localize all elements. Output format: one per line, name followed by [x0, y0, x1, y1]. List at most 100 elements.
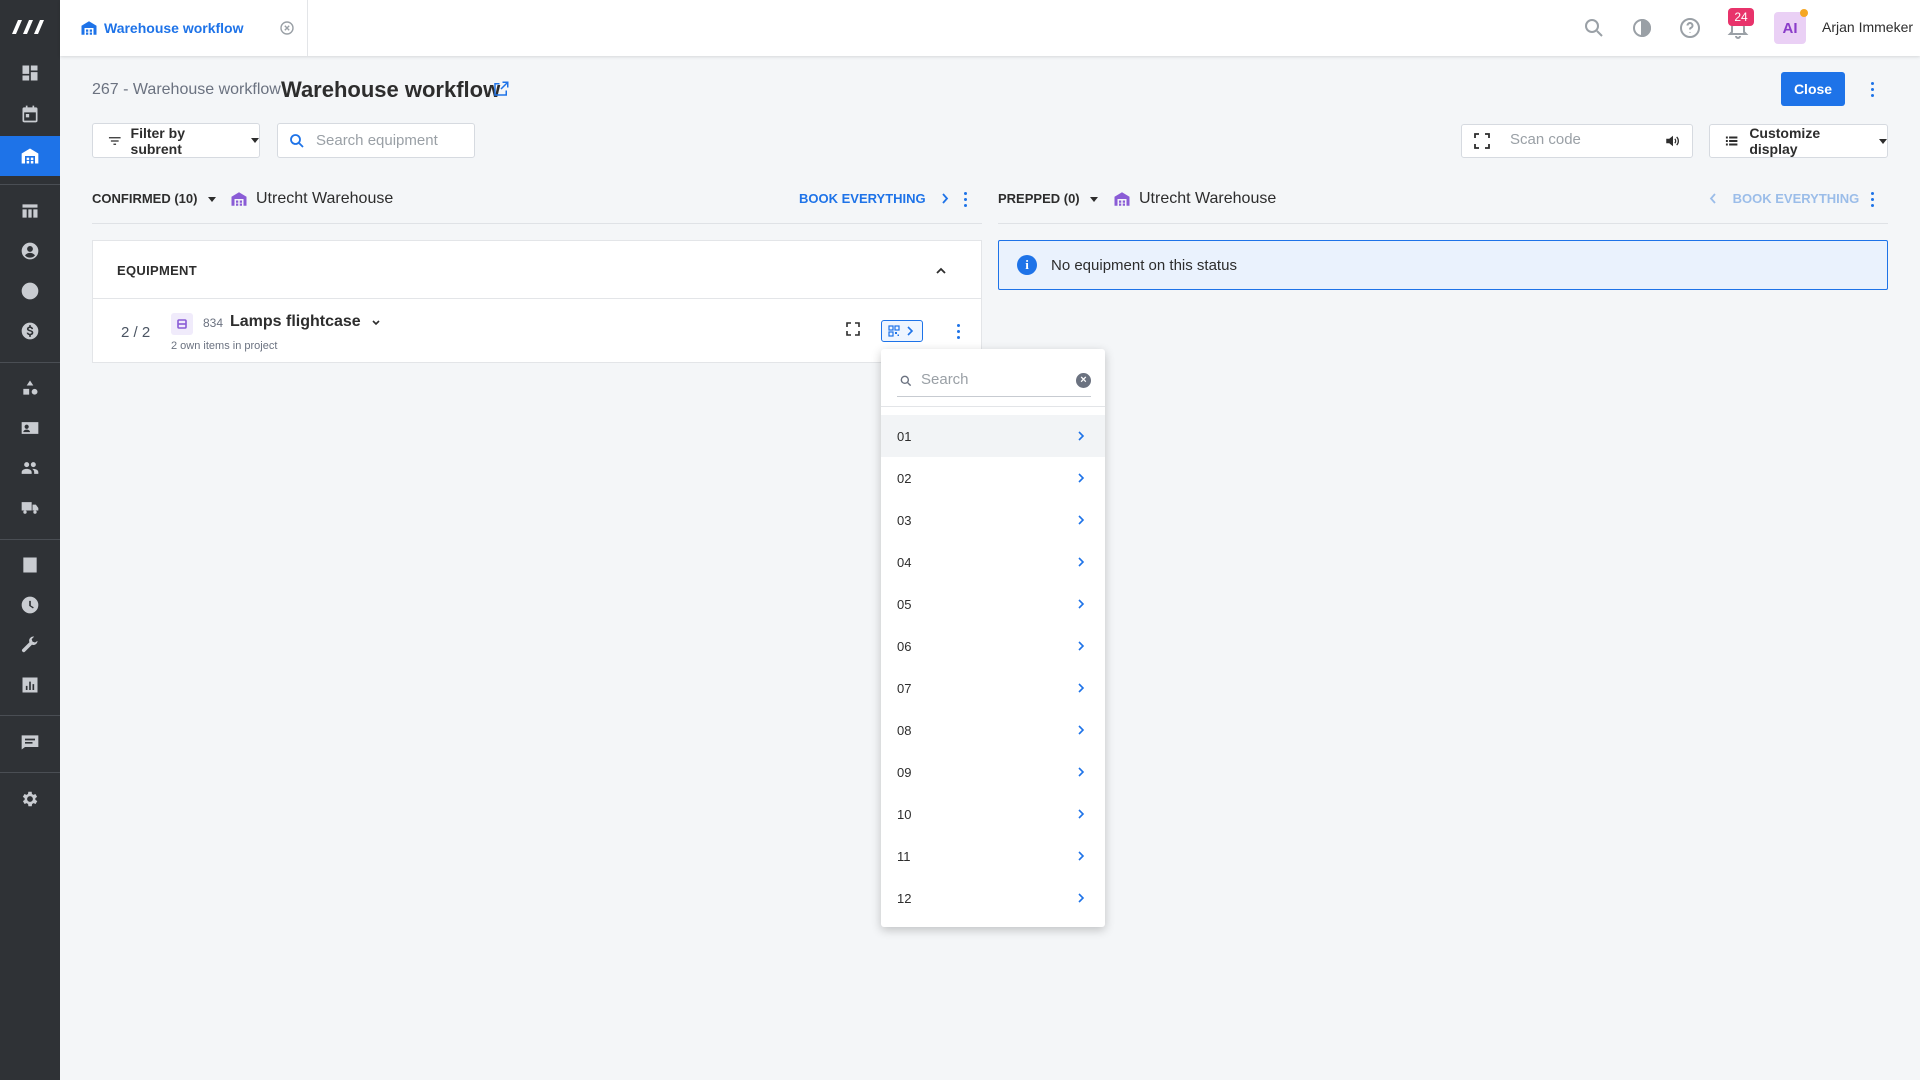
sidebar-item-resources[interactable]: [0, 368, 60, 408]
dropdown-item[interactable]: 04: [881, 541, 1105, 583]
customize-display-button[interactable]: Customize display: [1709, 124, 1888, 158]
dropdown-item[interactable]: 08: [881, 709, 1105, 751]
dropdown-item[interactable]: 05: [881, 583, 1105, 625]
filter-icon: [108, 136, 121, 145]
warehouse-icon: [1114, 192, 1130, 206]
sidebar-item-tasks[interactable]: [0, 545, 60, 585]
chevron-left-icon: [1709, 193, 1716, 204]
help-button[interactable]: [1678, 16, 1702, 40]
serial-select-button[interactable]: [881, 320, 923, 342]
dropdown-item-label: 12: [897, 890, 912, 906]
sidebar-item-finance[interactable]: [0, 311, 60, 351]
contacts-icon: [21, 242, 39, 260]
dropdown-item-label: 08: [897, 722, 912, 738]
scan-code-input[interactable]: [1510, 131, 1650, 148]
confirmed-status-dropdown[interactable]: CONFIRMED (10): [92, 191, 217, 206]
scan-icon: [1474, 133, 1490, 149]
sidebar-divider: [0, 362, 60, 363]
help-icon: [1680, 18, 1700, 38]
sidebar-item-contacts[interactable]: [0, 231, 60, 271]
chart-icon: [22, 677, 38, 693]
theme-toggle-button[interactable]: [1630, 16, 1654, 40]
truck-icon: [21, 502, 39, 514]
chevron-right-icon: [1078, 515, 1085, 525]
sidebar-item-reports[interactable]: [0, 665, 60, 705]
right-column-more-button[interactable]: [1862, 187, 1882, 211]
sidebar-item-people[interactable]: [0, 448, 60, 488]
sidebar-item-table[interactable]: [0, 191, 60, 231]
warehouse-icon: [21, 148, 39, 164]
book-everything-label: BOOK EVERYTHING: [1732, 191, 1860, 206]
breadcrumb[interactable]: 267 - Warehouse workflow: [92, 81, 281, 99]
sidebar-item-dashboard[interactable]: [0, 53, 60, 93]
chevron-down-icon[interactable]: [371, 318, 381, 328]
dropdown-item-label: 06: [897, 638, 912, 654]
dropdown-item-label: 05: [897, 596, 912, 612]
sidebar-item-time[interactable]: [0, 585, 60, 625]
list-icon: [1725, 136, 1738, 146]
close-tab-icon[interactable]: [279, 20, 295, 36]
dropdown-item[interactable]: 02: [881, 457, 1105, 499]
sidebar-item-sync[interactable]: [0, 271, 60, 311]
notification-badge: 24: [1728, 8, 1754, 26]
prepped-status-dropdown[interactable]: PREPPED (0): [998, 191, 1099, 206]
app-logo[interactable]: [10, 18, 50, 36]
dropdown-item[interactable]: 01: [881, 415, 1105, 457]
user-name[interactable]: Arjan Immeker: [1822, 19, 1913, 35]
chevron-right-icon: [1078, 893, 1085, 903]
warehouse-icon: [81, 21, 97, 35]
chevron-right-icon: [1078, 725, 1085, 735]
status-label: CONFIRMED (10): [92, 191, 198, 206]
page-title: Warehouse workflow: [281, 77, 501, 102]
dropdown-search-field[interactable]: ×: [897, 367, 1091, 397]
equipment-section-header[interactable]: EQUIPMENT: [93, 241, 981, 299]
section-label: EQUIPMENT: [117, 263, 197, 278]
chevron-up-icon[interactable]: [935, 265, 947, 277]
equipment-more-button[interactable]: [948, 319, 968, 343]
sidebar-item-warehouse[interactable]: [0, 136, 60, 176]
book-everything-button[interactable]: BOOK EVERYTHING: [799, 191, 949, 206]
table-icon: [22, 204, 38, 218]
avatar[interactable]: AI: [1774, 12, 1806, 44]
filter-by-subrent-button[interactable]: Filter by subrent: [92, 123, 260, 158]
sidebar-item-calendar[interactable]: [0, 94, 60, 134]
dropdown-item[interactable]: 12: [881, 877, 1105, 919]
tab-warehouse-workflow[interactable]: Warehouse workflow: [60, 0, 308, 56]
column-divider: [92, 223, 982, 224]
dropdown-item[interactable]: 09: [881, 751, 1105, 793]
search-equipment-field[interactable]: [277, 123, 475, 158]
chevron-right-icon: [1078, 809, 1085, 819]
page-more-button[interactable]: [1862, 77, 1882, 101]
sidebar-item-crew[interactable]: [0, 408, 60, 448]
sidebar-item-messages[interactable]: [0, 722, 60, 762]
info-icon: i: [1017, 255, 1037, 275]
close-button[interactable]: Close: [1781, 72, 1845, 106]
dropdown-item[interactable]: 06: [881, 625, 1105, 667]
global-search-button[interactable]: [1582, 16, 1606, 40]
serial-dropdown: × 01 02 03 04 05 06 07 08 09 10 11 12: [881, 349, 1105, 927]
column-divider: [998, 223, 1888, 224]
book-everything-back-button[interactable]: BOOK EVERYTHING: [1709, 191, 1859, 206]
calendar-icon: [22, 105, 38, 123]
tab-label: Warehouse workflow: [104, 20, 244, 36]
search-equipment-input[interactable]: [316, 132, 466, 149]
left-column-more-button[interactable]: [955, 187, 975, 211]
dropdown-item[interactable]: 07: [881, 667, 1105, 709]
dropdown-item[interactable]: 11: [881, 835, 1105, 877]
scan-code-field[interactable]: [1461, 124, 1693, 158]
fullscreen-icon[interactable]: [845, 321, 861, 337]
dropdown-item[interactable]: 03: [881, 499, 1105, 541]
sidebar-item-settings[interactable]: [0, 779, 60, 819]
equipment-name[interactable]: Lamps flightcase: [230, 313, 361, 331]
chevron-right-icon: [1078, 473, 1085, 483]
open-external-button[interactable]: [492, 80, 510, 98]
sidebar-item-transport[interactable]: [0, 488, 60, 528]
dropdown-search-input[interactable]: [921, 371, 1061, 388]
search-icon: [1585, 19, 1603, 37]
dropdown-item[interactable]: 10: [881, 793, 1105, 835]
clear-search-icon[interactable]: ×: [1076, 373, 1091, 388]
dropdown-item-label: 11: [897, 848, 911, 864]
sync-icon: [21, 282, 39, 300]
sidebar-item-maintenance[interactable]: [0, 625, 60, 665]
sound-icon[interactable]: [1664, 132, 1682, 150]
